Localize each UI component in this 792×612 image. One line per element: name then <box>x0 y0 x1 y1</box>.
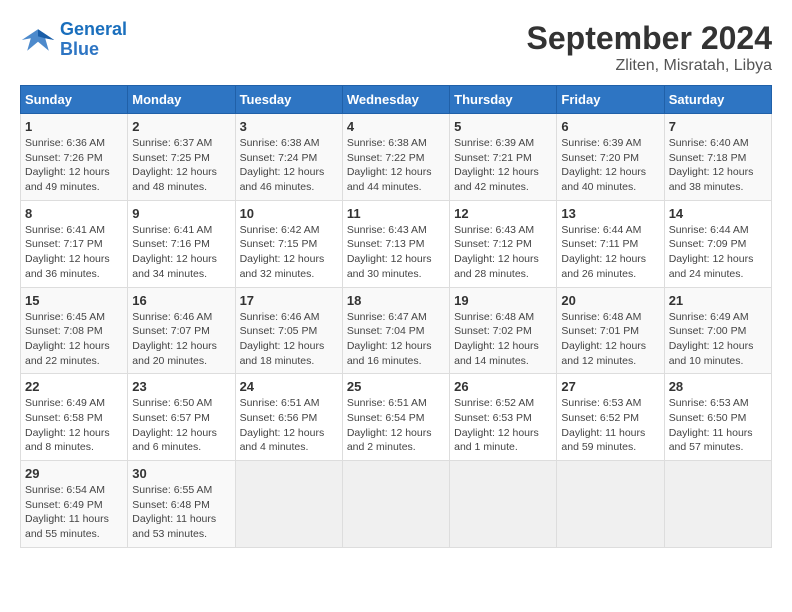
day-3: 3 Sunrise: 6:38 AMSunset: 7:24 PMDayligh… <box>235 114 342 201</box>
day-14: 14 Sunrise: 6:44 AMSunset: 7:09 PMDaylig… <box>664 200 771 287</box>
day-4: 4 Sunrise: 6:38 AMSunset: 7:22 PMDayligh… <box>342 114 449 201</box>
logo-icon <box>20 22 56 58</box>
day-25: 25 Sunrise: 6:51 AMSunset: 6:54 PMDaylig… <box>342 374 449 461</box>
week-row-4: 22 Sunrise: 6:49 AMSunset: 6:58 PMDaylig… <box>21 374 772 461</box>
day-11: 11 Sunrise: 6:43 AMSunset: 7:13 PMDaylig… <box>342 200 449 287</box>
week-row-5: 29 Sunrise: 6:54 AMSunset: 6:49 PMDaylig… <box>21 461 772 548</box>
day-10: 10 Sunrise: 6:42 AMSunset: 7:15 PMDaylig… <box>235 200 342 287</box>
col-friday: Friday <box>557 86 664 114</box>
day-13: 13 Sunrise: 6:44 AMSunset: 7:11 PMDaylig… <box>557 200 664 287</box>
day-22: 22 Sunrise: 6:49 AMSunset: 6:58 PMDaylig… <box>21 374 128 461</box>
day-24: 24 Sunrise: 6:51 AMSunset: 6:56 PMDaylig… <box>235 374 342 461</box>
page-container: General Blue September 2024 Zliten, Misr… <box>20 20 772 548</box>
col-saturday: Saturday <box>664 86 771 114</box>
day-20: 20 Sunrise: 6:48 AMSunset: 7:01 PMDaylig… <box>557 287 664 374</box>
empty-cell-5 <box>664 461 771 548</box>
day-18: 18 Sunrise: 6:47 AMSunset: 7:04 PMDaylig… <box>342 287 449 374</box>
day-23: 23 Sunrise: 6:50 AMSunset: 6:57 PMDaylig… <box>128 374 235 461</box>
calendar-table: Sunday Monday Tuesday Wednesday Thursday… <box>20 85 772 548</box>
day-26: 26 Sunrise: 6:52 AMSunset: 6:53 PMDaylig… <box>450 374 557 461</box>
title-section: September 2024 Zliten, Misratah, Libya <box>527 20 772 75</box>
empty-cell-2 <box>342 461 449 548</box>
empty-cell-1 <box>235 461 342 548</box>
location: Zliten, Misratah, Libya <box>527 57 772 75</box>
day-21: 21 Sunrise: 6:49 AMSunset: 7:00 PMDaylig… <box>664 287 771 374</box>
day-15: 15 Sunrise: 6:45 AMSunset: 7:08 PMDaylig… <box>21 287 128 374</box>
day-16: 16 Sunrise: 6:46 AMSunset: 7:07 PMDaylig… <box>128 287 235 374</box>
month-title: September 2024 <box>527 20 772 57</box>
col-wednesday: Wednesday <box>342 86 449 114</box>
day-7: 7 Sunrise: 6:40 AMSunset: 7:18 PMDayligh… <box>664 114 771 201</box>
day-12: 12 Sunrise: 6:43 AMSunset: 7:12 PMDaylig… <box>450 200 557 287</box>
week-row-2: 8 Sunrise: 6:41 AMSunset: 7:17 PMDayligh… <box>21 200 772 287</box>
col-thursday: Thursday <box>450 86 557 114</box>
col-monday: Monday <box>128 86 235 114</box>
day-9: 9 Sunrise: 6:41 AMSunset: 7:16 PMDayligh… <box>128 200 235 287</box>
day-2: 2 Sunrise: 6:37 AMSunset: 7:25 PMDayligh… <box>128 114 235 201</box>
day-19: 19 Sunrise: 6:48 AMSunset: 7:02 PMDaylig… <box>450 287 557 374</box>
week-row-3: 15 Sunrise: 6:45 AMSunset: 7:08 PMDaylig… <box>21 287 772 374</box>
col-tuesday: Tuesday <box>235 86 342 114</box>
col-sunday: Sunday <box>21 86 128 114</box>
calendar-header-row: Sunday Monday Tuesday Wednesday Thursday… <box>21 86 772 114</box>
day-17: 17 Sunrise: 6:46 AMSunset: 7:05 PMDaylig… <box>235 287 342 374</box>
day-27: 27 Sunrise: 6:53 AMSunset: 6:52 PMDaylig… <box>557 374 664 461</box>
empty-cell-4 <box>557 461 664 548</box>
day-5: 5 Sunrise: 6:39 AMSunset: 7:21 PMDayligh… <box>450 114 557 201</box>
logo-text: General Blue <box>60 20 127 60</box>
day-28: 28 Sunrise: 6:53 AMSunset: 6:50 PMDaylig… <box>664 374 771 461</box>
empty-cell-3 <box>450 461 557 548</box>
day-29: 29 Sunrise: 6:54 AMSunset: 6:49 PMDaylig… <box>21 461 128 548</box>
day-6: 6 Sunrise: 6:39 AMSunset: 7:20 PMDayligh… <box>557 114 664 201</box>
week-row-1: 1 Sunrise: 6:36 AMSunset: 7:26 PMDayligh… <box>21 114 772 201</box>
day-1: 1 Sunrise: 6:36 AMSunset: 7:26 PMDayligh… <box>21 114 128 201</box>
day-8: 8 Sunrise: 6:41 AMSunset: 7:17 PMDayligh… <box>21 200 128 287</box>
logo: General Blue <box>20 20 127 60</box>
day-30: 30 Sunrise: 6:55 AMSunset: 6:48 PMDaylig… <box>128 461 235 548</box>
header: General Blue September 2024 Zliten, Misr… <box>20 20 772 75</box>
